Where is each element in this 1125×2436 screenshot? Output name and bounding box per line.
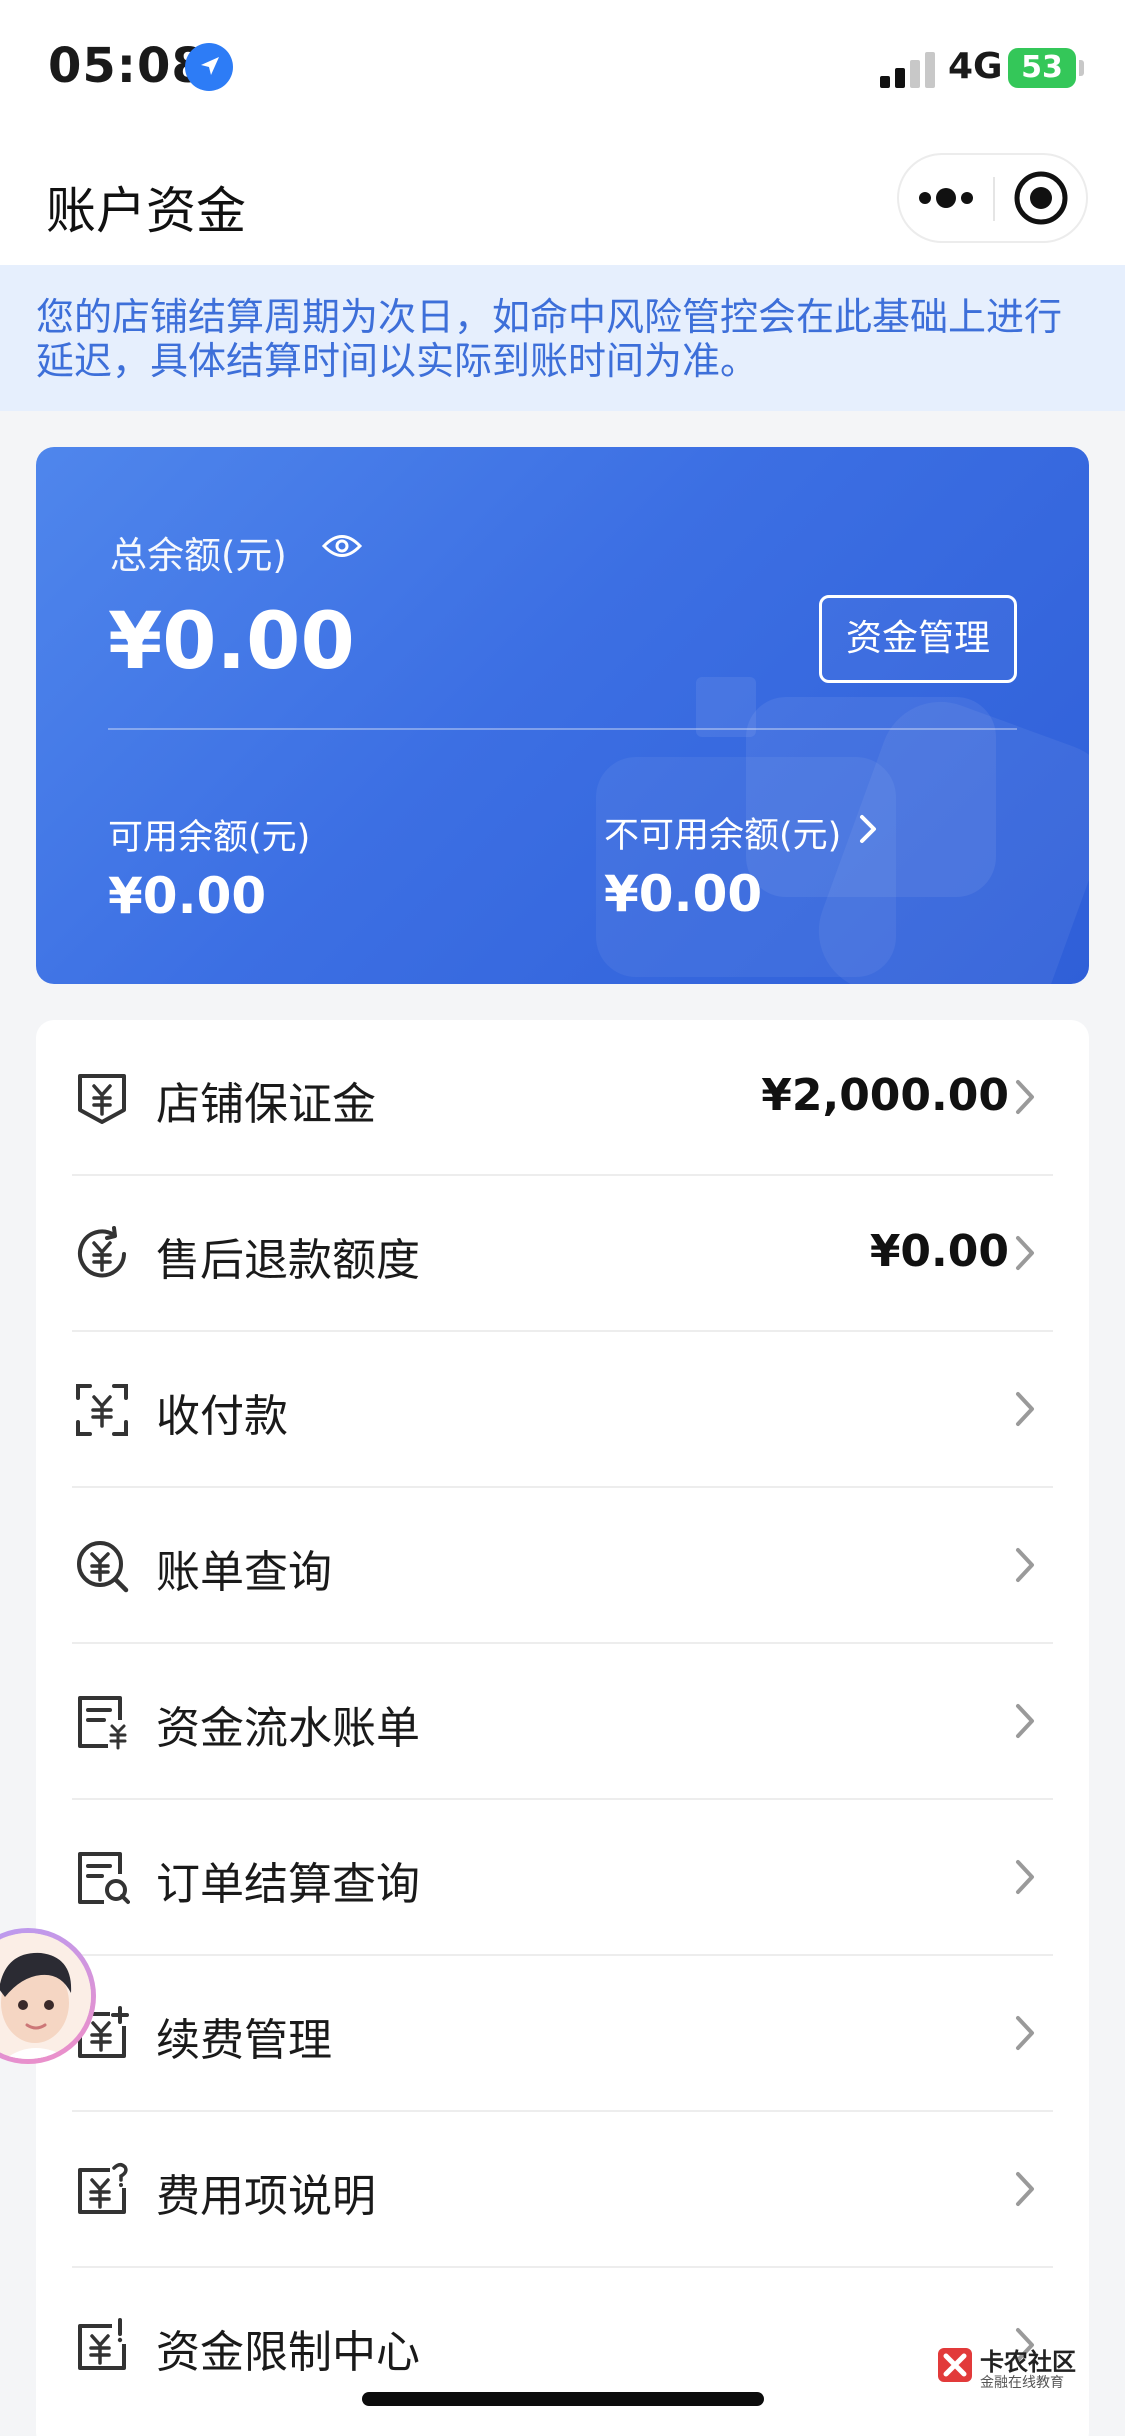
list-item-value: ¥0.00 <box>869 1226 1009 1277</box>
list-item-order-settlement[interactable]: 订单结算查询 <box>36 1800 1089 1956</box>
available-balance-value: ¥0.00 <box>108 867 267 925</box>
chevron-right-icon <box>1016 1860 1034 1894</box>
fund-menu-list: 店铺保证金 ¥2,000.00 售后退款额度 ¥0.00 收付款 账单查询 资金… <box>36 1020 1089 2436</box>
refund-quota-icon <box>78 1226 126 1278</box>
chevron-right-icon <box>1016 1704 1034 1738</box>
signal-strength-icon <box>880 50 936 88</box>
chevron-right-icon[interactable] <box>856 811 882 847</box>
fund-flow-icon <box>78 1696 127 1750</box>
list-item-label: 收付款 <box>156 1391 288 1442</box>
list-item-label: 资金限制中心 <box>156 2327 420 2378</box>
fund-limit-icon <box>78 2318 126 2370</box>
watermark-subtitle: 金融在线教育 <box>980 2375 1064 2391</box>
status-time: 05:08 <box>48 38 206 94</box>
more-icon[interactable] <box>899 155 993 241</box>
list-item-renewal[interactable]: 续费管理 <box>36 1956 1089 2112</box>
mini-program-capsule <box>897 153 1088 243</box>
chevron-right-icon <box>1016 2016 1034 2050</box>
eye-icon[interactable] <box>321 529 363 563</box>
nav-bar: 账户资金 <box>0 135 1125 265</box>
battery-icon: 53 <box>1008 48 1076 88</box>
list-item-fee-info[interactable]: 费用项说明 <box>36 2112 1089 2268</box>
location-arrow-icon <box>185 43 233 91</box>
fee-info-icon <box>78 2163 128 2214</box>
list-item-deposit[interactable]: 店铺保证金 ¥2,000.00 <box>36 1020 1089 1176</box>
list-item-label: 订单结算查询 <box>156 1859 420 1910</box>
list-item-label: 费用项说明 <box>156 2171 376 2222</box>
scan-payment-icon <box>76 1384 128 1436</box>
order-settlement-icon <box>78 1852 130 1904</box>
chevron-right-icon <box>1016 1236 1034 1270</box>
list-item-value: ¥2,000.00 <box>761 1070 1009 1121</box>
chevron-right-icon <box>1016 2172 1034 2206</box>
balance-card: 总余额(元) ¥0.00 资金管理 可用余额(元) ¥0.00 不可用余额(元)… <box>36 447 1089 984</box>
chevron-right-icon <box>1016 1548 1034 1582</box>
unavailable-balance-label[interactable]: 不可用余额(元) <box>604 807 841 858</box>
status-bar: 05:08 4G 53 <box>0 0 1125 135</box>
close-icon[interactable] <box>995 155 1088 241</box>
chevron-right-icon <box>1016 1392 1034 1426</box>
network-type: 4G <box>948 46 1003 87</box>
bill-search-icon <box>77 1541 129 1593</box>
unavailable-balance-value: ¥0.00 <box>604 865 763 923</box>
card-divider <box>108 728 1017 730</box>
available-balance-label: 可用余额(元) <box>108 818 311 858</box>
deposit-icon <box>78 1074 126 1124</box>
total-balance-value: ¥0.00 <box>108 597 355 687</box>
list-item-refund-quota[interactable]: 售后退款额度 ¥0.00 <box>36 1176 1089 1332</box>
list-item-fund-flow[interactable]: 资金流水账单 <box>36 1644 1089 1800</box>
list-item-payment[interactable]: 收付款 <box>36 1332 1089 1488</box>
page-title: 账户资金 <box>46 182 246 240</box>
avatar-face-icon <box>0 1933 91 2059</box>
chevron-right-icon <box>1016 1080 1034 1114</box>
list-item-label: 店铺保证金 <box>156 1079 376 1130</box>
total-balance-label: 总余额(元) <box>110 534 287 577</box>
list-item-label: 售后退款额度 <box>156 1235 420 1286</box>
list-item-bill-search[interactable]: 账单查询 <box>36 1488 1089 1644</box>
home-indicator[interactable] <box>362 2392 764 2406</box>
list-item-label: 续费管理 <box>156 2015 332 2066</box>
settlement-notice: 您的店铺结算周期为次日，如命中风险管控会在此基础上进行延迟，具体结算时间以实际到… <box>0 265 1125 411</box>
watermark-logo-icon <box>938 2348 972 2382</box>
battery-tip <box>1079 60 1084 76</box>
fund-management-button[interactable]: 资金管理 <box>819 595 1017 683</box>
list-item-label: 账单查询 <box>156 1547 332 1598</box>
list-item-label: 资金流水账单 <box>156 1703 420 1754</box>
